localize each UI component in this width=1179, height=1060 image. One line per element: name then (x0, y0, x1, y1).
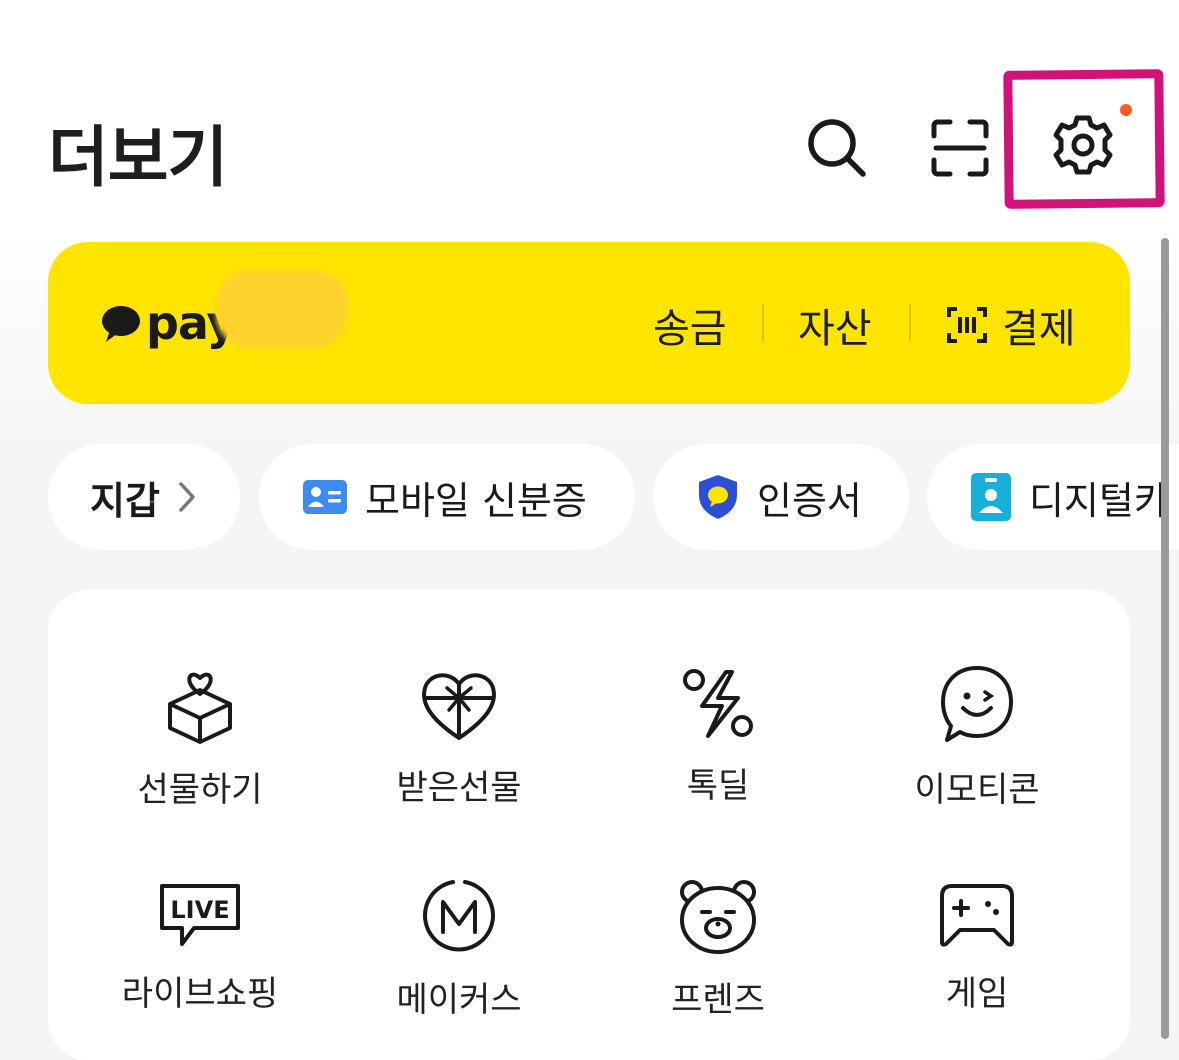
pay-balance-redacted (216, 270, 348, 348)
gift-box-icon (168, 672, 232, 744)
chip-mobile-id[interactable]: 모바일 신분증 (259, 444, 635, 550)
menu-item-label: 선물하기 (137, 770, 263, 810)
divider (909, 304, 911, 342)
menu-item-game[interactable]: 게임 (877, 882, 1077, 1015)
pay-send-button[interactable]: 송금 (653, 296, 727, 354)
menu-item-friends[interactable]: 프렌즈 (618, 878, 818, 1021)
menu-item-live-shopping[interactable]: LIVE 라이브쇼핑 (100, 882, 300, 1015)
menu-item-label: 톡딜 (686, 766, 750, 806)
scan-icon[interactable] (930, 118, 990, 178)
chip-certificate-label: 인증서 (757, 478, 862, 523)
chip-digital-card-label: 디지털카 (1029, 478, 1169, 523)
menu-card: 선물하기 받은선물 톡딜 이모티콘 LIVE 라이브쇼핑 메이커스 프렌즈 게임 (48, 590, 1130, 1060)
shield-icon (699, 475, 737, 519)
pay-payment-label: 결제 (1002, 306, 1076, 352)
pay-assets-button[interactable]: 자산 (798, 296, 872, 354)
barcode-icon (947, 307, 987, 343)
live-icon: LIVE (160, 884, 240, 946)
chip-digital-card[interactable]: 디지털카 (927, 444, 1179, 550)
badge-icon (971, 473, 1011, 521)
scrollbar[interactable] (1161, 238, 1169, 1039)
menu-item-label: 프렌즈 (671, 980, 765, 1020)
svg-text:LIVE: LIVE (170, 896, 229, 924)
heart-gift-icon (422, 673, 496, 740)
chevron-right-icon (179, 482, 195, 512)
pay-payment-button[interactable]: 결제 (946, 296, 1076, 354)
chip-wallet-label: 지갑 (90, 478, 160, 523)
chip-certificate[interactable]: 인증서 (653, 444, 909, 550)
divider (762, 304, 764, 342)
discount-icon (683, 669, 753, 738)
menu-item-label: 라이브쇼핑 (121, 974, 279, 1014)
chip-wallet[interactable]: 지갑 (48, 444, 240, 550)
menu-item-label: 게임 (945, 974, 1009, 1014)
menu-item-emoticon[interactable]: 이모티콘 (877, 664, 1077, 811)
chip-mobile-id-label: 모바일 신분증 (365, 478, 587, 523)
menu-item-makers[interactable]: 메이커스 (359, 878, 559, 1021)
pay-banner[interactable]: pay 송금 자산 결제 (48, 242, 1130, 404)
friends-bear-icon (680, 880, 756, 954)
makers-icon (423, 880, 495, 952)
search-icon[interactable] (805, 116, 869, 180)
menu-item-label: 받은선물 (396, 768, 522, 808)
menu-item-received-gift[interactable]: 받은선물 (359, 668, 559, 809)
speech-bubble-icon (102, 306, 140, 342)
id-card-icon (303, 480, 347, 514)
gamepad-icon (940, 884, 1014, 947)
menu-item-talkdeal[interactable]: 톡딜 (618, 668, 818, 807)
settings-highlight-box (1003, 69, 1165, 209)
page-title: 더보기 (48, 119, 228, 196)
menu-item-label: 메이커스 (396, 980, 522, 1020)
emoticon-icon (941, 666, 1013, 742)
menu-item-gift[interactable]: 선물하기 (100, 668, 300, 811)
menu-item-label: 이모티콘 (914, 770, 1040, 810)
